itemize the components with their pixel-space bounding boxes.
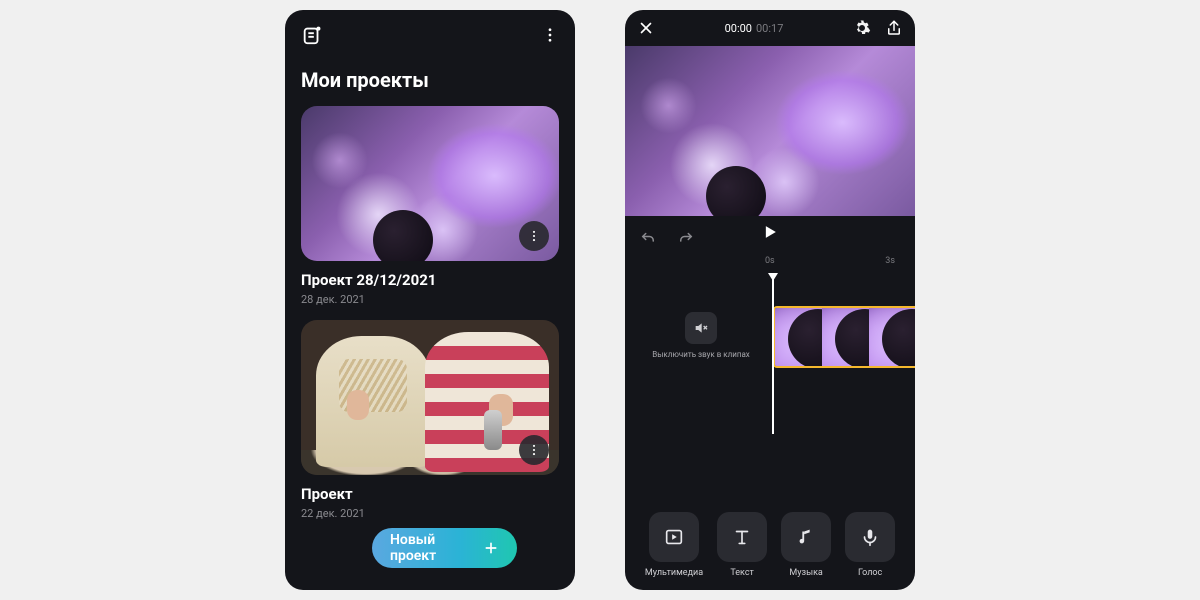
project-list: Проект 28/12/2021 28 дек. 2021 Проект 22… [285, 106, 575, 520]
clip-frame [775, 308, 822, 366]
tool-label: Музыка [789, 568, 822, 578]
undo-icon[interactable] [633, 223, 663, 253]
transport-bar [625, 216, 915, 260]
gear-icon[interactable] [853, 19, 871, 37]
app-logo-icon[interactable] [301, 24, 323, 46]
share-icon[interactable] [885, 19, 903, 37]
new-project-label: Новый проект [390, 532, 473, 564]
project-more-button[interactable] [519, 435, 549, 465]
new-project-button[interactable]: Новый проект [372, 528, 517, 568]
clip-track[interactable] [773, 306, 915, 368]
mute-clips-region: Выключить звук в клипах [637, 312, 765, 360]
project-card[interactable]: Проект 28/12/2021 28 дек. 2021 [301, 106, 559, 306]
play-icon[interactable] [760, 222, 780, 242]
tool-text[interactable]: Текст [717, 512, 767, 578]
projects-screen: Мои проекты Проект 28/12/2021 28 дек. 20… [285, 10, 575, 590]
project-thumbnail [301, 320, 559, 475]
tool-label: Мультимедиа [645, 568, 703, 578]
tool-label: Текст [730, 568, 754, 578]
project-thumbnail [301, 106, 559, 261]
playhead[interactable] [772, 278, 774, 434]
video-preview[interactable] [625, 46, 915, 216]
close-icon[interactable] [637, 19, 655, 37]
more-vert-icon[interactable] [541, 26, 559, 44]
redo-icon[interactable] [671, 223, 701, 253]
page-title: Мои проекты [285, 60, 575, 106]
project-title: Проект [301, 485, 559, 503]
editor-screen: 00:00 00:17 [625, 10, 915, 590]
tool-bar: Мультимедиа Текст Музыка [625, 512, 915, 578]
projects-header [285, 10, 575, 60]
project-more-button[interactable] [519, 221, 549, 251]
time-display: 00:00 00:17 [725, 22, 784, 35]
project-date: 22 дек. 2021 [301, 507, 559, 520]
tool-music[interactable]: Музыка [781, 512, 831, 578]
tool-label: Голос [858, 568, 882, 578]
project-card[interactable]: Проект 22 дек. 2021 [301, 320, 559, 520]
project-date: 28 дек. 2021 [301, 293, 559, 306]
tool-voice[interactable]: Голос [845, 512, 895, 578]
editor-header: 00:00 00:17 [625, 10, 915, 46]
timeline[interactable]: Выключить звук в клипах [625, 284, 915, 434]
time-total: 00:17 [756, 22, 783, 35]
mute-clips-label: Выключить звук в клипах [637, 350, 765, 360]
plus-icon [483, 540, 499, 556]
project-title: Проект 28/12/2021 [301, 271, 559, 289]
time-current: 00:00 [725, 22, 752, 35]
clip-frame [822, 308, 869, 366]
clip-frame [869, 308, 916, 366]
mute-clips-button[interactable] [685, 312, 717, 344]
tool-media[interactable]: Мультимедиа [645, 512, 703, 578]
